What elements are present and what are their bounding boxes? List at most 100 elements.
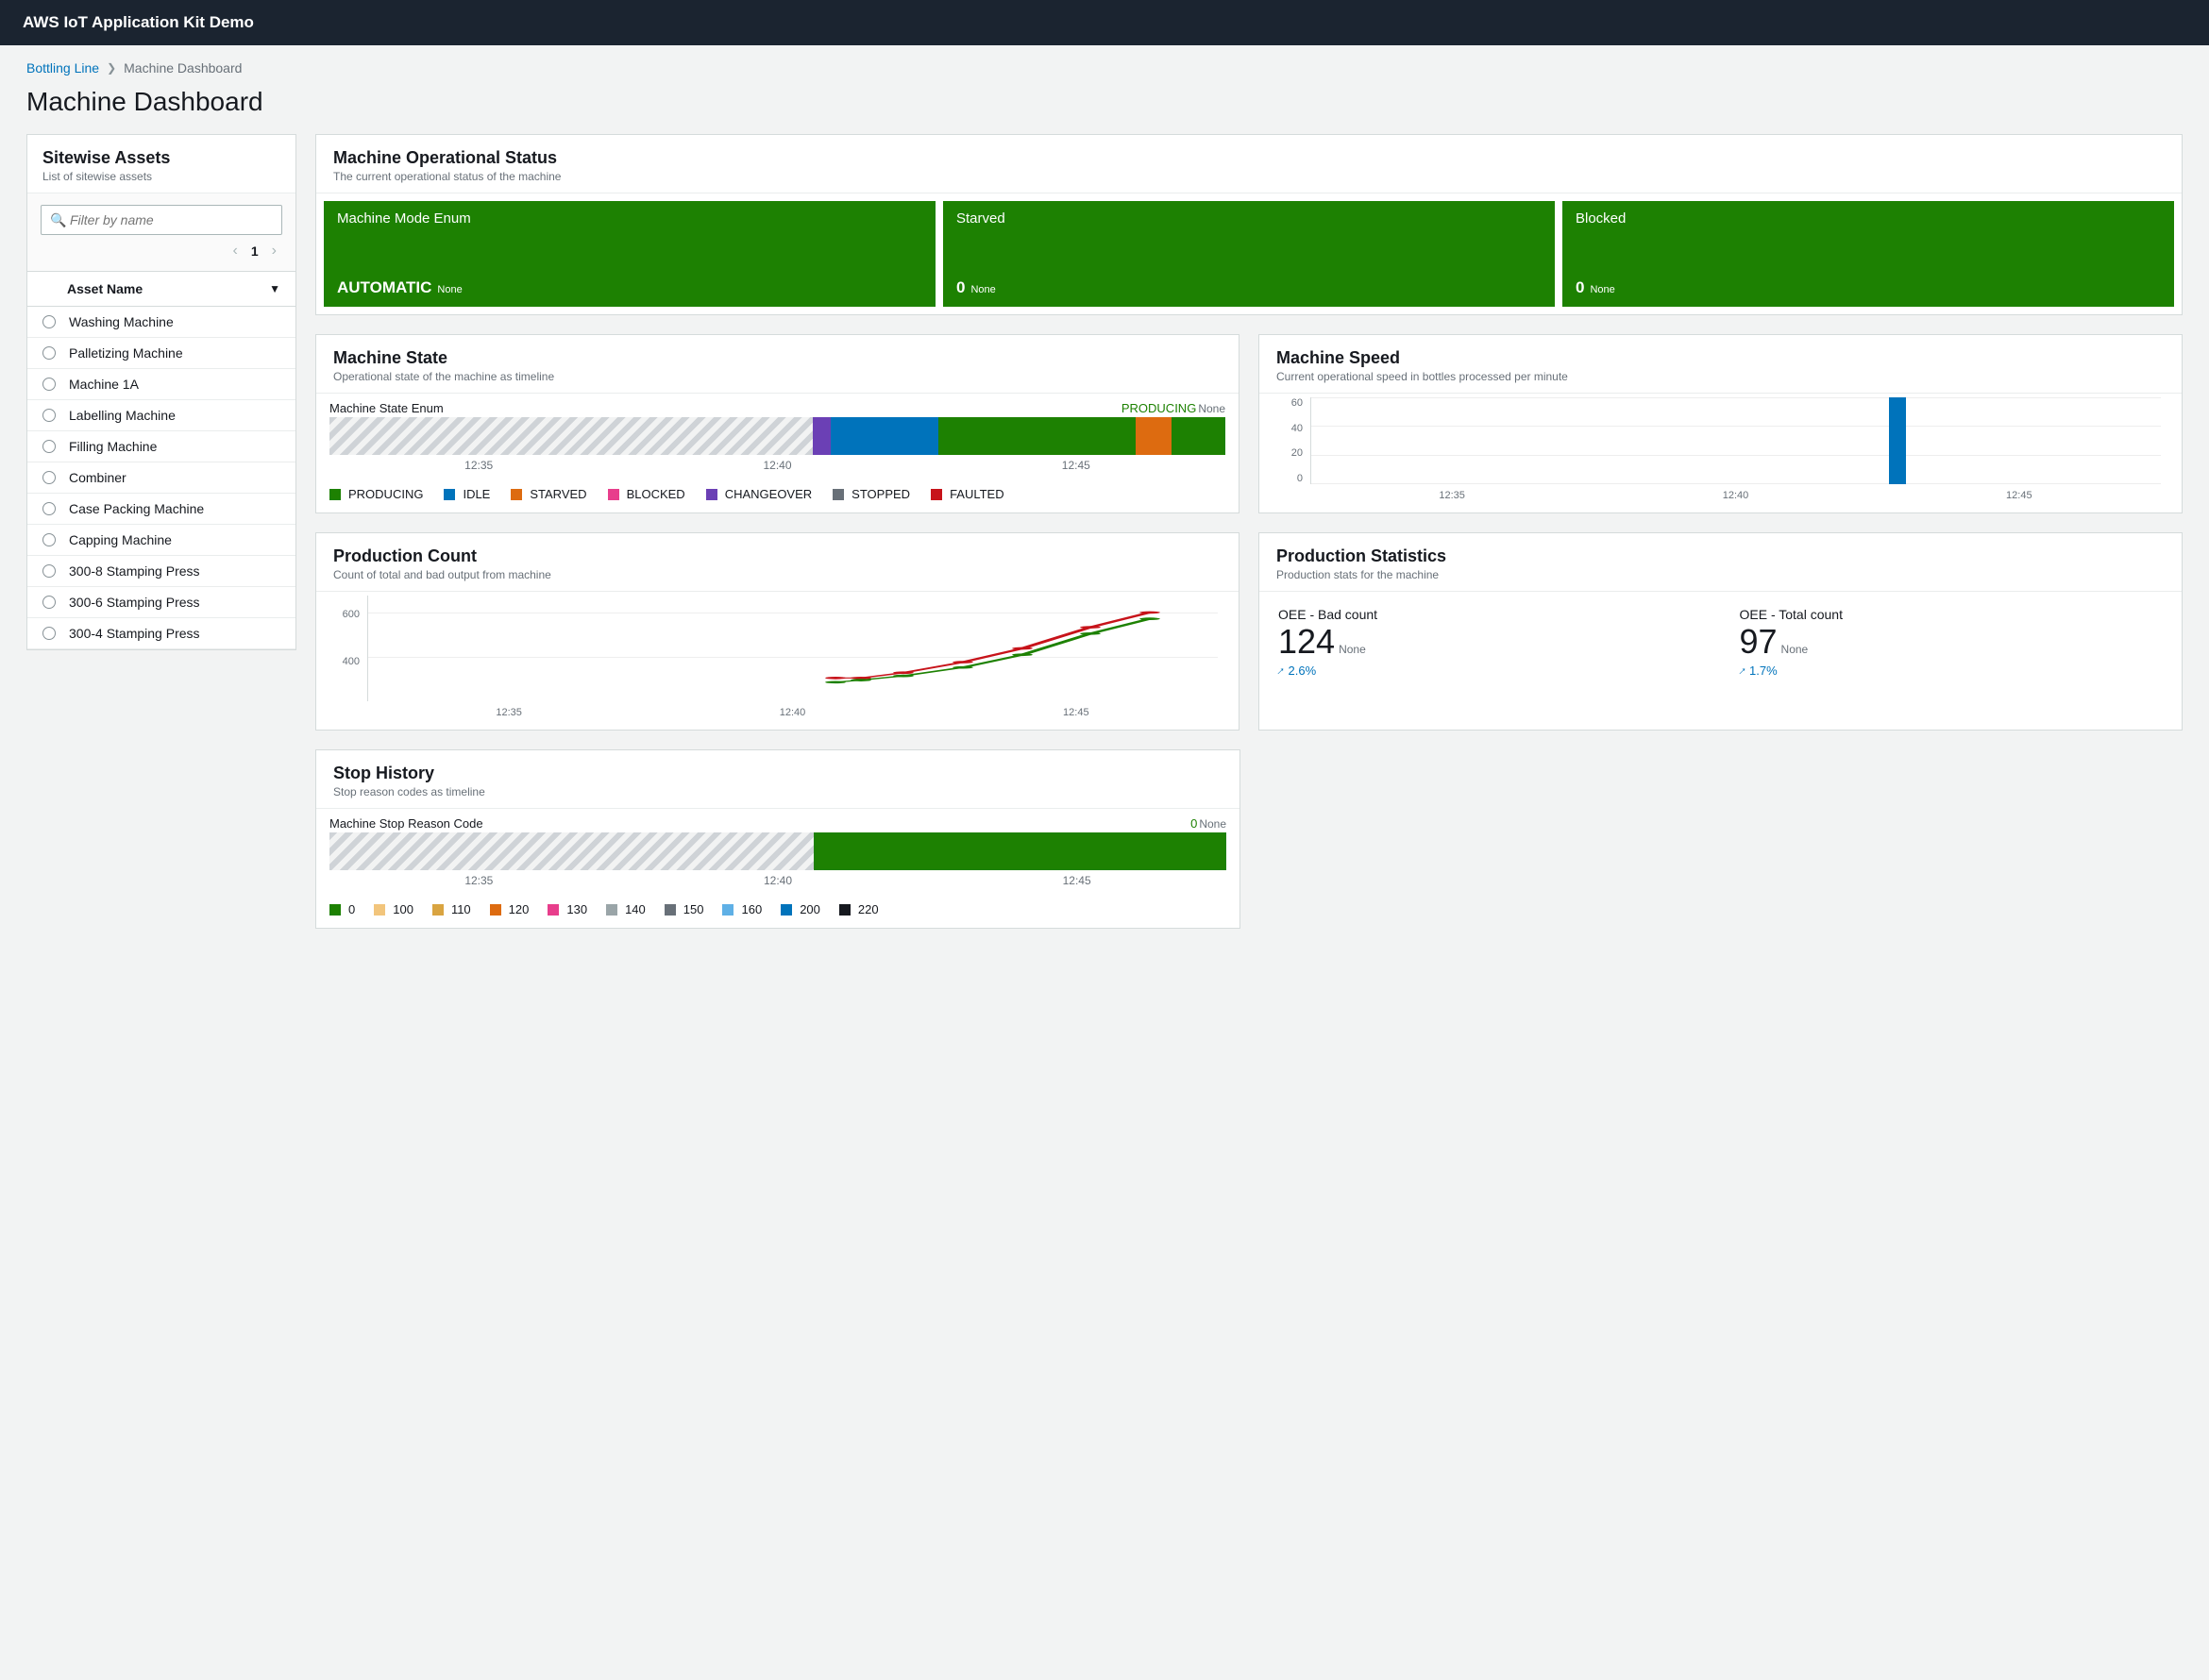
asset-name: Filling Machine — [69, 439, 157, 454]
op-status-title: Machine Operational Status — [333, 148, 2165, 168]
page-next-button[interactable]: › — [272, 243, 277, 260]
radio-icon[interactable] — [42, 596, 56, 609]
asset-table-header[interactable]: Asset Name ▼ — [27, 271, 295, 307]
legend-item: 220 — [839, 902, 879, 916]
production-count-panel: Production Count Count of total and bad … — [315, 532, 1239, 731]
prodcount-subtitle: Count of total and bad output from machi… — [333, 568, 1222, 581]
prodcount-title: Production Count — [333, 546, 1222, 566]
top-bar: AWS IoT Application Kit Demo — [0, 0, 2209, 45]
status-tile: Blocked 0None — [1562, 201, 2174, 307]
status-tile: Starved 0None — [943, 201, 1555, 307]
asset-filter-input[interactable] — [41, 205, 282, 235]
radio-icon[interactable] — [42, 346, 56, 360]
asset-row[interactable]: Washing Machine — [27, 307, 295, 338]
speed-bar-chart: 6040200 12:3512:4012:45 — [1273, 397, 2168, 501]
state-metric-name: Machine State Enum — [329, 401, 444, 415]
stop-current-value: 0None — [1190, 816, 1226, 831]
legend-item: 150 — [665, 902, 704, 916]
asset-name: Labelling Machine — [69, 408, 176, 423]
op-status-subtitle: The current operational status of the ma… — [333, 170, 2165, 183]
radio-icon[interactable] — [42, 564, 56, 578]
legend-item: 130 — [548, 902, 587, 916]
stop-timeline-chart — [329, 832, 1226, 870]
status-tile-value: 0None — [956, 278, 1542, 297]
breadcrumb-current: Machine Dashboard — [124, 60, 242, 76]
legend-item: FAULTED — [931, 487, 1004, 501]
legend-item: 200 — [781, 902, 820, 916]
stop-metric-name: Machine Stop Reason Code — [329, 816, 483, 831]
breadcrumb: Bottling Line ❯ Machine Dashboard — [26, 60, 2183, 76]
legend-item: PRODUCING — [329, 487, 423, 501]
prodstats-subtitle: Production stats for the machine — [1276, 568, 2165, 581]
asset-row[interactable]: Combiner — [27, 462, 295, 494]
asset-name: Washing Machine — [69, 314, 174, 329]
page-title: Machine Dashboard — [26, 87, 2183, 117]
stop-history-panel: Stop History Stop reason codes as timeli… — [315, 749, 1240, 929]
radio-icon[interactable] — [42, 315, 56, 328]
speed-subtitle: Current operational speed in bottles pro… — [1276, 370, 2165, 383]
production-stats-panel: Production Statistics Production stats f… — [1258, 532, 2183, 731]
pager: ‹ 1 › — [41, 235, 282, 263]
asset-row[interactable]: Labelling Machine — [27, 400, 295, 431]
breadcrumb-root[interactable]: Bottling Line — [26, 60, 99, 76]
radio-icon[interactable] — [42, 502, 56, 515]
asset-name: 300-6 Stamping Press — [69, 595, 200, 610]
search-icon: 🔍 — [50, 212, 66, 228]
machine-state-panel: Machine State Operational state of the m… — [315, 334, 1239, 513]
radio-icon[interactable] — [42, 440, 56, 453]
machine-speed-panel: Machine Speed Current operational speed … — [1258, 334, 2183, 513]
stat-title: OEE - Bad count — [1278, 607, 1702, 622]
asset-column-name: Asset Name — [67, 281, 143, 296]
app-title: AWS IoT Application Kit Demo — [23, 13, 254, 31]
page-prev-button[interactable]: ‹ — [233, 243, 238, 260]
status-tile: Machine Mode EnumAUTOMATICNone — [324, 201, 936, 307]
asset-name: Machine 1A — [69, 377, 139, 392]
legend-item: 140 — [606, 902, 646, 916]
asset-name: 300-8 Stamping Press — [69, 563, 200, 579]
radio-icon[interactable] — [42, 627, 56, 640]
stat-trend: ↑1.7% — [1740, 664, 2164, 678]
asset-row[interactable]: 300-8 Stamping Press — [27, 556, 295, 587]
stat-trend: ↑2.6% — [1278, 664, 1702, 678]
asset-row[interactable]: Capping Machine — [27, 525, 295, 556]
legend-item: STARVED — [511, 487, 586, 501]
machine-state-title: Machine State — [333, 348, 1222, 368]
legend-item: 100 — [374, 902, 413, 916]
asset-row[interactable]: Palletizing Machine — [27, 338, 295, 369]
stop-title: Stop History — [333, 764, 1223, 783]
status-tile-title: Starved — [956, 210, 1542, 227]
status-tile-value: 0None — [1576, 278, 2161, 297]
legend-item: 160 — [722, 902, 762, 916]
asset-row[interactable]: 300-6 Stamping Press — [27, 587, 295, 618]
state-timeline-chart — [329, 417, 1225, 455]
asset-name: 300-4 Stamping Press — [69, 626, 200, 641]
legend-item: BLOCKED — [608, 487, 685, 501]
legend-item: 110 — [432, 902, 471, 916]
operational-status-panel: Machine Operational Status The current o… — [315, 134, 2183, 315]
assets-panel: Sitewise Assets List of sitewise assets … — [26, 134, 296, 650]
assets-subtitle: List of sitewise assets — [42, 170, 280, 183]
asset-row[interactable]: Filling Machine — [27, 431, 295, 462]
assets-title: Sitewise Assets — [42, 148, 280, 168]
sort-desc-icon: ▼ — [269, 282, 280, 295]
asset-name: Palletizing Machine — [69, 345, 183, 361]
asset-name: Case Packing Machine — [69, 501, 204, 516]
page-number: 1 — [251, 244, 259, 259]
legend-item: CHANGEOVER — [706, 487, 812, 501]
radio-icon[interactable] — [42, 378, 56, 391]
asset-row[interactable]: Machine 1A — [27, 369, 295, 400]
status-tile-title: Blocked — [1576, 210, 2161, 227]
radio-icon[interactable] — [42, 533, 56, 546]
radio-icon[interactable] — [42, 471, 56, 484]
radio-icon[interactable] — [42, 409, 56, 422]
legend-item: 120 — [490, 902, 530, 916]
speed-title: Machine Speed — [1276, 348, 2165, 368]
asset-row[interactable]: Case Packing Machine — [27, 494, 295, 525]
machine-state-subtitle: Operational state of the machine as time… — [333, 370, 1222, 383]
status-tile-title: Machine Mode Enum — [337, 210, 922, 227]
trend-up-icon: ↑ — [1735, 664, 1749, 678]
state-current-value: PRODUCINGNone — [1121, 401, 1225, 415]
chevron-right-icon: ❯ — [107, 61, 116, 75]
asset-row[interactable]: 300-4 Stamping Press — [27, 618, 295, 649]
stat-title: OEE - Total count — [1740, 607, 2164, 622]
